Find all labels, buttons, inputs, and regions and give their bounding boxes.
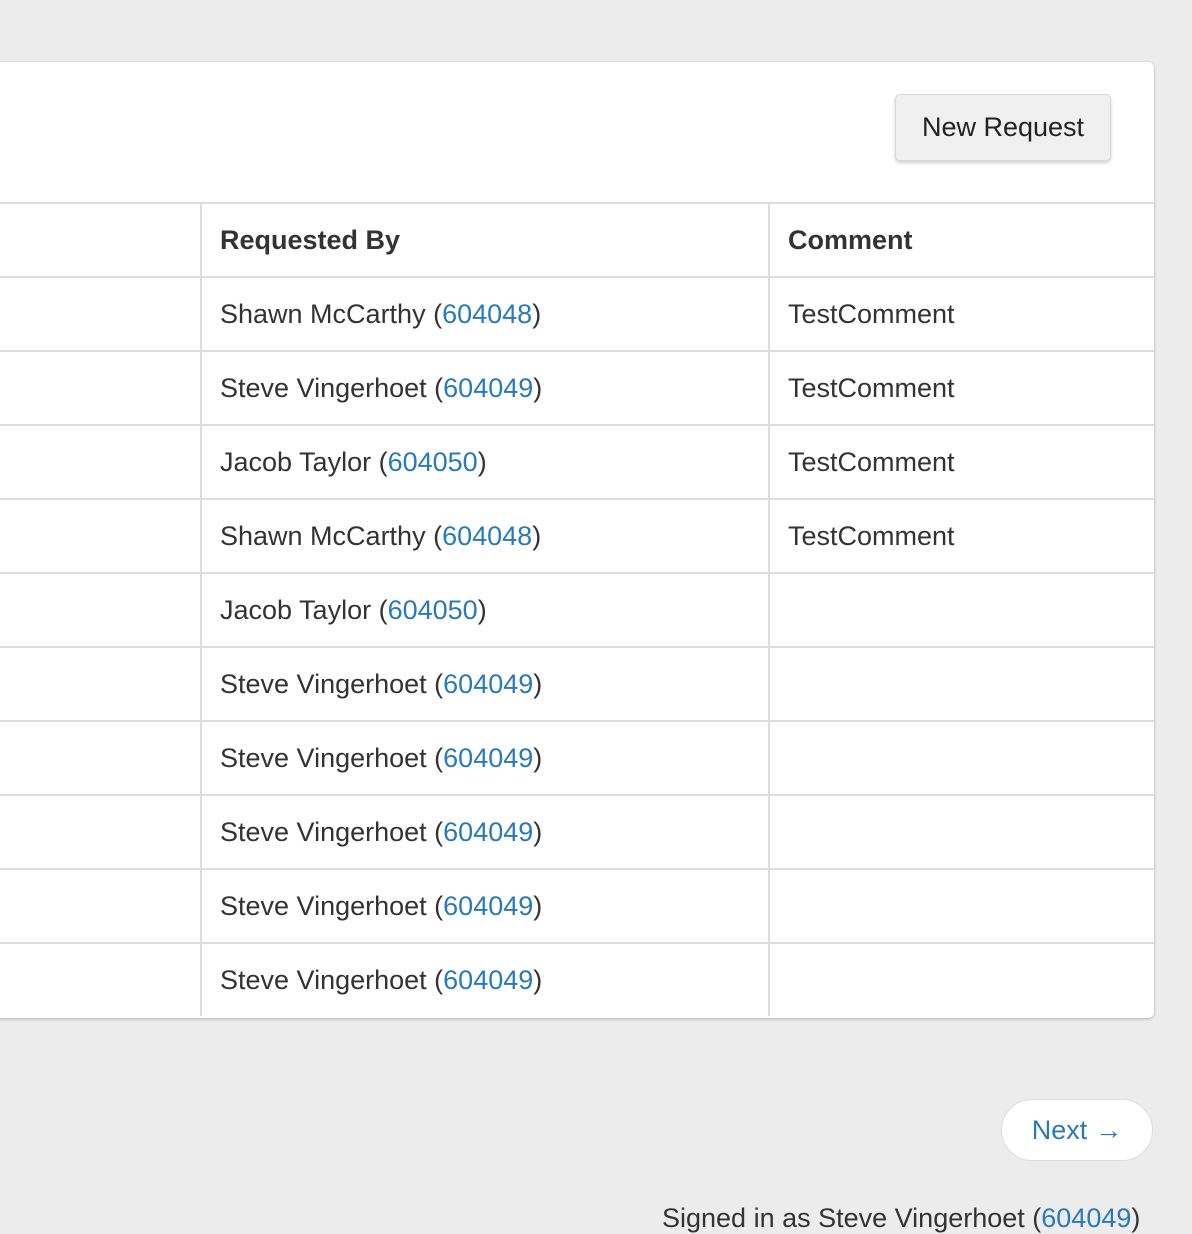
requester-name: Shawn McCarthy: [220, 298, 426, 329]
requested-by-cell: Jacob Taylor (604050): [200, 574, 768, 646]
signed-in-name: Steve Vingerhoet: [818, 1203, 1025, 1233]
requested-by-cell: Shawn McCarthy (604048): [200, 500, 768, 572]
comment-cell: [768, 722, 1154, 794]
table-header-row: Requested By Comment: [0, 202, 1154, 276]
requester-id-link[interactable]: 604049: [443, 965, 533, 996]
row-first-cell: [0, 500, 200, 572]
comment-cell: TestComment: [768, 352, 1154, 424]
requested-by-cell: Shawn McCarthy (604048): [200, 278, 768, 350]
comment-cell: [768, 870, 1154, 942]
comment-cell: TestComment: [768, 426, 1154, 498]
requested-by-cell: Steve Vingerhoet (604049): [200, 648, 768, 720]
requester-name: Steve Vingerhoet: [220, 742, 427, 773]
row-first-cell: [0, 278, 200, 350]
table-row: Jacob Taylor (604050): [0, 572, 1154, 646]
comment-text: TestComment: [788, 446, 955, 477]
signed-in-user-id-link[interactable]: 604049: [1041, 1203, 1131, 1233]
requested-by-cell: Jacob Taylor (604050): [200, 426, 768, 498]
comment-cell: TestComment: [768, 278, 1154, 350]
row-first-cell: [0, 574, 200, 646]
row-first-cell: [0, 648, 200, 720]
requested-by-cell: Steve Vingerhoet (604049): [200, 944, 768, 1016]
comment-cell: TestComment: [768, 500, 1154, 572]
row-first-cell: [0, 426, 200, 498]
table-row: Steve Vingerhoet (604049): [0, 646, 1154, 720]
comment-text: TestComment: [788, 520, 955, 551]
row-first-cell: [0, 796, 200, 868]
requester-id-link[interactable]: 604050: [388, 595, 478, 626]
requests-panel: New Request Requested By Comment Shawn M…: [0, 62, 1154, 1018]
table-row: Steve Vingerhoet (604049): [0, 942, 1154, 1016]
row-first-cell: [0, 870, 200, 942]
table-row: Steve Vingerhoet (604049): [0, 720, 1154, 794]
requested-by-cell: Steve Vingerhoet (604049): [200, 352, 768, 424]
row-first-cell: [0, 722, 200, 794]
requester-id-link[interactable]: 604048: [442, 299, 532, 330]
column-header-requested-by: Requested By: [200, 204, 768, 276]
requester-id-link[interactable]: 604049: [443, 373, 533, 404]
comment-cell: [768, 944, 1154, 1016]
signed-in-prefix: Signed in as: [662, 1203, 819, 1233]
table-row: Jacob Taylor (604050) TestComment: [0, 424, 1154, 498]
next-label: Next: [1031, 1114, 1088, 1145]
column-header-first: [0, 204, 200, 276]
requester-name: Steve Vingerhoet: [220, 964, 427, 995]
row-first-cell: [0, 944, 200, 1016]
requester-name: Jacob Taylor: [220, 446, 372, 477]
signed-in-footer: Signed in as Steve Vingerhoet (604049): [662, 1203, 1141, 1233]
table-body: Shawn McCarthy (604048) TestComment Steve …: [0, 276, 1154, 1016]
requester-name: Steve Vingerhoet: [220, 668, 427, 699]
column-header-comment: Comment: [768, 204, 1154, 276]
table-row: Steve Vingerhoet (604049) TestComment: [0, 350, 1154, 424]
table-row: Steve Vingerhoet (604049): [0, 794, 1154, 868]
row-first-cell: [0, 352, 200, 424]
comment-cell: [768, 574, 1154, 646]
requester-name: Shawn McCarthy: [220, 520, 426, 551]
requested-by-cell: Steve Vingerhoet (604049): [200, 870, 768, 942]
comment-text: TestComment: [788, 372, 955, 403]
new-request-button[interactable]: New Request: [895, 94, 1111, 161]
requested-by-cell: Steve Vingerhoet (604049): [200, 796, 768, 868]
comment-cell: [768, 796, 1154, 868]
requests-table: Requested By Comment Shawn McCarthy (604…: [0, 202, 1154, 1016]
requester-id-link[interactable]: 604049: [443, 891, 533, 922]
requested-by-cell: Steve Vingerhoet (604049): [200, 722, 768, 794]
table-row: Steve Vingerhoet (604049): [0, 868, 1154, 942]
requester-name: Steve Vingerhoet: [220, 372, 427, 403]
requester-id-link[interactable]: 604049: [443, 817, 533, 848]
table-row: Shawn McCarthy (604048) TestComment: [0, 498, 1154, 572]
requester-id-link[interactable]: 604049: [443, 743, 533, 774]
requester-name: Steve Vingerhoet: [220, 890, 427, 921]
arrow-right-icon: →: [1095, 1114, 1123, 1145]
next-page-button[interactable]: Next →: [1001, 1099, 1153, 1161]
requester-name: Jacob Taylor: [220, 594, 372, 625]
requester-id-link[interactable]: 604048: [442, 521, 532, 552]
comment-text: TestComment: [788, 298, 955, 329]
table-row: Shawn McCarthy (604048) TestComment: [0, 276, 1154, 350]
requester-id-link[interactable]: 604049: [443, 669, 533, 700]
requester-name: Steve Vingerhoet: [220, 816, 427, 847]
requester-id-link[interactable]: 604050: [388, 447, 478, 478]
comment-cell: [768, 648, 1154, 720]
